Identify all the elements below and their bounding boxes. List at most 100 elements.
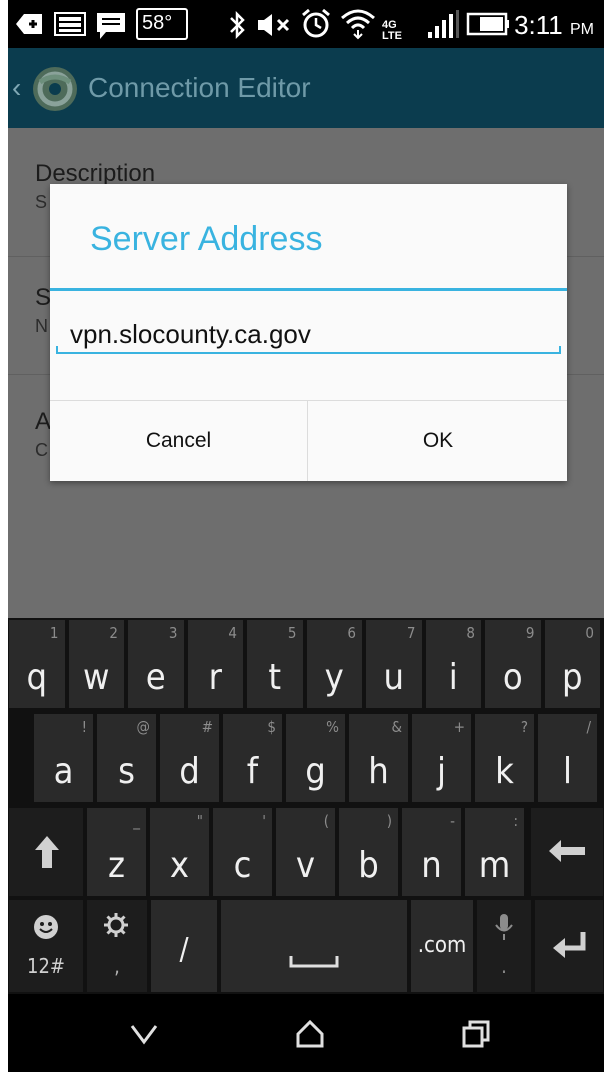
key-e[interactable]: 3e	[128, 620, 184, 708]
key-r[interactable]: 4r	[187, 620, 243, 708]
home-nav-icon[interactable]	[290, 1014, 330, 1054]
key-label: v	[295, 845, 316, 886]
battery-icon	[466, 12, 509, 36]
key-label: r	[208, 657, 222, 698]
key-u[interactable]: 7u	[366, 620, 422, 708]
key-label: k	[495, 751, 514, 792]
enter-key[interactable]	[535, 900, 603, 992]
key-o[interactable]: 9o	[485, 620, 541, 708]
key-s[interactable]: @ s	[97, 714, 156, 802]
key-hint: 4	[228, 624, 237, 642]
key-label: l	[563, 751, 572, 792]
clock-ampm: PM	[570, 21, 594, 38]
key-l[interactable]: / l	[538, 714, 597, 802]
emoji-symbols-key[interactable]: 12#	[9, 900, 83, 992]
space-key[interactable]	[221, 900, 407, 992]
key-n[interactable]: -n	[402, 808, 461, 896]
key-hint: -	[450, 812, 455, 830]
key-p[interactable]: 0p	[544, 620, 600, 708]
status-bar: 58° 4G LTE 3:11 PM	[8, 0, 604, 48]
key-hint: %	[326, 718, 339, 736]
app-logo-icon[interactable]	[30, 64, 80, 114]
key-hint: $	[267, 718, 276, 736]
key-label: z	[108, 845, 125, 886]
key-hint: 5	[287, 624, 297, 642]
back-nav-icon[interactable]	[124, 1014, 164, 1054]
key-hint: (	[323, 812, 329, 830]
navigation-bar	[8, 994, 604, 1072]
key-hint: !	[81, 718, 87, 736]
soft-keyboard: 1q2w3e4r5t6y7u8i9o0p ! a @ s # d $ f% g & h + j? k / l …	[8, 618, 604, 994]
key-i[interactable]: 8i	[425, 620, 481, 708]
key-hint: 0	[585, 624, 594, 642]
cancel-button[interactable]: Cancel	[50, 401, 308, 481]
key-label: q	[26, 657, 48, 698]
key-hint: @	[136, 718, 151, 736]
key-g[interactable]: % g	[286, 714, 345, 802]
key-hint: 7	[406, 624, 416, 642]
key-y[interactable]: 6y	[306, 620, 362, 708]
key-hint: +	[453, 718, 465, 736]
setting-label: A	[35, 408, 52, 435]
key-label: /	[179, 932, 189, 967]
key-label: n	[421, 845, 442, 886]
network-type: 4G LTE	[382, 19, 402, 42]
clock: 3:11 PM	[514, 10, 594, 41]
key-hint: 1	[49, 624, 59, 642]
key-f[interactable]: $ f	[223, 714, 282, 802]
signal-icon	[428, 10, 459, 38]
key-hint: &	[391, 718, 402, 736]
key-q[interactable]: 1q	[9, 620, 65, 708]
key-label: s	[118, 751, 135, 792]
key-label: .com	[417, 933, 467, 958]
gear-icon	[104, 913, 128, 937]
key-hint: 2	[109, 624, 118, 642]
app-bar: ‹ Connection Editor	[8, 48, 604, 128]
settings-hint: ,	[114, 954, 120, 978]
wifi-icon	[341, 9, 375, 40]
back-chevron-icon[interactable]: ‹	[12, 72, 21, 104]
space-bar-icon	[289, 956, 339, 968]
key-hint: "	[196, 812, 203, 830]
key-hint: 9	[525, 624, 535, 642]
backspace-key[interactable]	[531, 808, 603, 896]
key-hint: :	[513, 812, 518, 830]
mic-key[interactable]: .	[477, 900, 531, 992]
ok-button[interactable]: OK	[309, 401, 567, 481]
input-underline	[56, 346, 561, 354]
key-x[interactable]: " x	[150, 808, 209, 896]
key-t[interactable]: 5t	[247, 620, 303, 708]
setting-value: C	[35, 440, 48, 460]
dotcom-key[interactable]: .com	[411, 900, 473, 992]
key-v[interactable]: (v	[276, 808, 335, 896]
setting-server[interactable]: S N	[35, 284, 51, 337]
key-hint: 6	[347, 624, 356, 642]
key-b[interactable]: ) b	[339, 808, 398, 896]
key-k[interactable]: ? k	[475, 714, 534, 802]
key-label: o	[502, 657, 523, 698]
recent-apps-nav-icon[interactable]	[456, 1014, 496, 1054]
slash-key[interactable]: /	[151, 900, 217, 992]
enter-return-icon	[553, 932, 586, 958]
shift-key[interactable]	[9, 808, 83, 896]
key-h[interactable]: & h	[349, 714, 408, 802]
key-z[interactable]: _ z	[87, 808, 146, 896]
key-c[interactable]: ' c	[213, 808, 272, 896]
key-d[interactable]: # d	[160, 714, 219, 802]
key-label: c	[233, 845, 252, 886]
dialog-title: Server Address	[90, 220, 323, 258]
temperature-text: 58°	[142, 12, 173, 34]
settings-key[interactable]: ,	[87, 900, 147, 992]
key-j[interactable]: + j	[412, 714, 471, 802]
symbols-label: 12#	[27, 954, 65, 978]
setting-account[interactable]: A C	[35, 408, 51, 461]
setting-value: N	[35, 316, 48, 336]
key-a[interactable]: ! a	[34, 714, 93, 802]
app-title: Connection Editor	[88, 72, 311, 103]
mute-icon	[258, 14, 290, 36]
server-address-input[interactable]	[56, 310, 561, 358]
key-w[interactable]: 2w	[68, 620, 124, 708]
key-m[interactable]: :m	[465, 808, 524, 896]
clock-time: 3:11	[514, 10, 563, 40]
dialog-button-bar: Cancel OK	[50, 400, 567, 481]
